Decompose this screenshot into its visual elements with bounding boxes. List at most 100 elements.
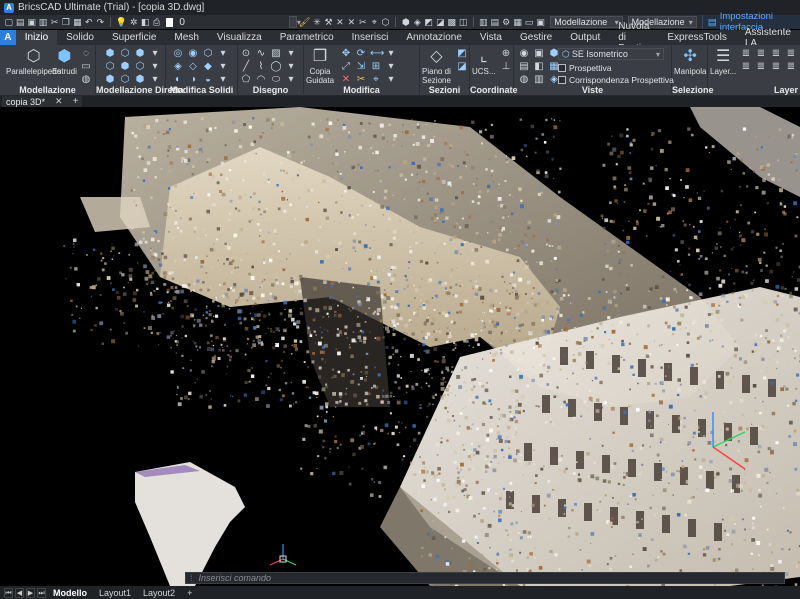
layer-print-icon[interactable]: ⎙ — [152, 17, 161, 28]
imprint-icon[interactable]: ◇ — [187, 61, 199, 73]
dropdown-arrow-icon[interactable]: ▾ — [285, 61, 297, 73]
slice-icon[interactable]: ◈ — [172, 61, 184, 73]
layout-tab-layout1[interactable]: Layout1 — [94, 588, 136, 598]
layer-tool-icon[interactable]: ≣ — [755, 48, 767, 60]
new-file-icon[interactable]: ▢ — [4, 17, 13, 28]
dropdown-arrow-icon[interactable]: ▾ — [149, 61, 161, 73]
tab-nuvola-di-punti[interactable]: Nuvola di Punti — [609, 21, 658, 54]
rotate-face-icon[interactable]: ⬢ — [134, 48, 146, 60]
dropdown-arrow-icon[interactable]: ▾ — [149, 48, 161, 60]
offset-face-icon[interactable]: ⬢ — [119, 61, 131, 73]
view-save-icon[interactable]: ▤ — [518, 61, 530, 73]
view-eye-icon[interactable]: ◉ — [518, 48, 530, 60]
layer-tool-icon[interactable]: ≣ — [770, 48, 782, 60]
layout-tab-modello[interactable]: Modello — [48, 588, 92, 598]
mirror-icon[interactable]: ⟷ — [370, 48, 384, 60]
last-layout-icon[interactable]: ⏭ — [37, 587, 46, 598]
estrudi-button[interactable]: ⬢ Estrudi — [52, 47, 77, 76]
viewport-icon[interactable]: ▩ — [447, 17, 456, 28]
manipola-button[interactable]: ✣ Manipola — [674, 47, 706, 76]
section-view-icon[interactable]: ◩ — [456, 48, 468, 60]
open-file-icon[interactable]: ▤ — [15, 17, 25, 28]
cut-icon[interactable]: ✂ — [50, 17, 59, 28]
sphere-icon[interactable]: ◌ — [80, 48, 92, 60]
separate-icon[interactable]: ◆ — [202, 61, 214, 73]
tab-visualizza[interactable]: Visualizza — [208, 30, 271, 45]
delete-face-icon[interactable]: ⬡ — [134, 61, 146, 73]
layer-tool-icon[interactable]: ≣ — [785, 61, 797, 73]
taper-icon[interactable]: ⬡ — [104, 61, 116, 73]
layer-tool-icon[interactable]: ≣ — [755, 61, 767, 73]
scale-icon[interactable]: ⤢ — [340, 61, 352, 73]
first-layout-icon[interactable]: ⏮ — [4, 587, 13, 598]
view-cube-icon[interactable]: ⬢ — [401, 17, 410, 28]
polyline-icon[interactable]: ⌇ — [255, 61, 267, 73]
corrispondenza-prospettiva-button[interactable]: Corrispondenza Prospettiva — [558, 75, 674, 85]
tool-icon-f[interactable]: ⬡ — [381, 17, 390, 28]
point-cloud-view[interactable] — [0, 107, 800, 586]
push-pull-icon[interactable]: ⬢ — [104, 48, 116, 60]
line-icon[interactable]: ╱ — [240, 61, 252, 73]
ucs-origin-icon[interactable]: ⊥ — [500, 61, 512, 73]
match-properties-icon[interactable]: 🖌 — [299, 17, 310, 28]
union-icon[interactable]: ◎ — [172, 48, 184, 60]
ucs-button[interactable]: ⌞ UCS... — [472, 47, 496, 76]
dropdown-arrow-icon[interactable]: ▾ — [217, 48, 229, 60]
tab-output[interactable]: Output — [561, 30, 609, 45]
move-icon[interactable]: ✥ — [340, 48, 352, 60]
tab-annotazione[interactable]: Annotazione — [397, 30, 471, 45]
redo-icon[interactable]: ↷ — [96, 17, 105, 28]
layer-tool-icon[interactable]: ≣ — [785, 48, 797, 60]
layer-on-icon[interactable]: 💡 — [116, 17, 127, 28]
close-tab-icon[interactable]: ✕ — [55, 96, 63, 107]
tab-parametrico[interactable]: Parametrico — [271, 30, 343, 45]
dropdown-arrow-icon[interactable]: ▾ — [385, 48, 397, 60]
new-tab-icon[interactable]: + — [73, 96, 79, 107]
layer-lock-icon[interactable]: ◧ — [140, 17, 150, 28]
layer-freeze-icon[interactable]: ✲ — [129, 17, 138, 28]
command-line-input[interactable]: ⁞ Inserisci comando — [185, 572, 785, 584]
settings-icon[interactable]: ⚙ — [501, 17, 510, 28]
layer-tool-icon[interactable]: ≣ — [740, 61, 752, 73]
layer-dropdown-arrow[interactable]: ▾ — [288, 16, 301, 28]
tool-icon-b[interactable]: ✕ — [335, 17, 344, 28]
circle-icon[interactable]: ◯ — [270, 61, 282, 73]
tab-inserisci[interactable]: Inserisci — [343, 30, 398, 45]
application-menu-button[interactable]: A — [0, 30, 16, 45]
tab-gestire[interactable]: Gestire — [511, 30, 561, 45]
tool-icon-c[interactable]: ✕ — [347, 17, 356, 28]
explode-icon[interactable]: ✳ — [312, 17, 321, 28]
dropdown-arrow-icon[interactable]: ▾ — [385, 61, 397, 73]
copia-guidata-button[interactable]: ❐ Copia Guidata — [306, 47, 334, 85]
model-viewport[interactable] — [0, 107, 800, 586]
grid-icon[interactable]: ▦ — [513, 17, 522, 28]
hatch-icon[interactable]: ▨ — [270, 48, 282, 60]
layer-manager-button[interactable]: ☰ Layer... — [710, 47, 736, 76]
workspace-icon[interactable]: ▣ — [536, 17, 545, 28]
save-icon[interactable]: ▣ — [27, 17, 36, 28]
rotate-icon[interactable]: ⟳ — [355, 48, 367, 60]
structure-panel-icon[interactable]: ▥ — [479, 17, 488, 28]
add-layout-icon[interactable]: + — [182, 588, 197, 598]
workspace-dropdown[interactable]: Modellazione ▾ — [550, 16, 623, 28]
layer-tool-icon[interactable]: ≣ — [740, 48, 752, 60]
section-icon[interactable]: ◫ — [458, 17, 468, 28]
shade-icon[interactable]: ◪ — [435, 17, 445, 28]
layer-tool-icon[interactable]: ≣ — [770, 61, 782, 73]
tool-icon-e[interactable]: ⌖ — [370, 17, 379, 28]
tab-solido[interactable]: Solido — [57, 30, 103, 45]
layout-tab-layout2[interactable]: Layout2 — [138, 588, 180, 598]
tab-vista[interactable]: Vista — [471, 30, 511, 45]
spline-icon[interactable]: ∿ — [255, 48, 267, 60]
save-as-icon[interactable]: ▥ — [38, 17, 48, 28]
tool-icon-a[interactable]: ⚒ — [324, 17, 333, 28]
next-layout-icon[interactable]: ▶ — [26, 587, 35, 598]
properties-panel-icon[interactable]: ▤ — [490, 17, 499, 28]
paste-icon[interactable]: ▦ — [73, 17, 82, 28]
visual-style-icon[interactable]: ◈ — [413, 17, 422, 28]
cylinder-icon[interactable]: ▭ — [80, 61, 92, 73]
prev-layout-icon[interactable]: ◀ — [15, 587, 24, 598]
prospettiva-checkbox[interactable]: Prospettiva — [558, 63, 612, 73]
section-clip-icon[interactable]: ◪ — [456, 61, 468, 73]
display-icon[interactable]: ▭ — [524, 17, 534, 28]
